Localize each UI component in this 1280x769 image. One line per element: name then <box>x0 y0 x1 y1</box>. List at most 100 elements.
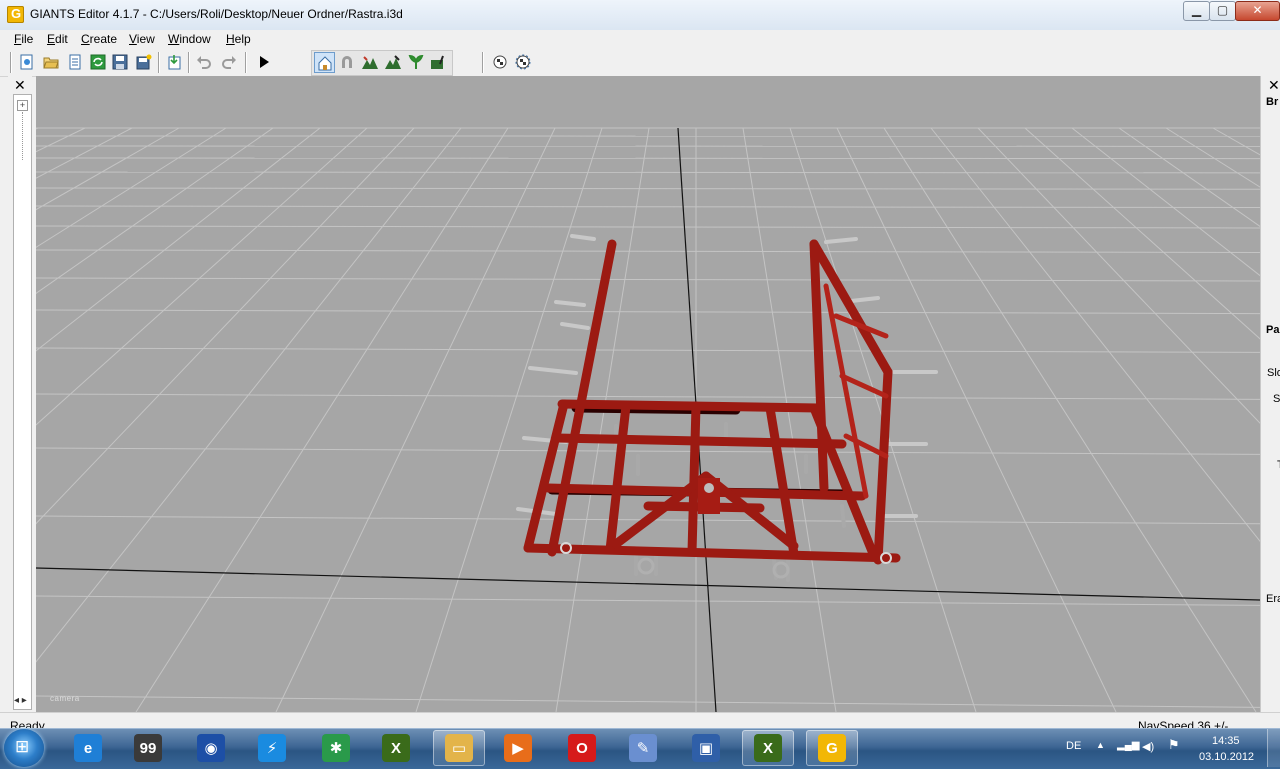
show-desktop-button[interactable] <box>1267 729 1280 767</box>
start-button[interactable]: ⊞ <box>4 729 44 767</box>
save-icon[interactable] <box>110 52 130 72</box>
tree-line <box>22 112 23 160</box>
grid-line <box>931 128 1260 712</box>
taskbar-app-button[interactable]: ▶ <box>492 730 544 766</box>
grid-line <box>1119 128 1260 712</box>
terrain-icon[interactable] <box>360 52 380 72</box>
taskbar-app-button[interactable]: ◉ <box>185 730 237 766</box>
opera-icon: O <box>568 734 596 762</box>
toolbar-separator <box>245 52 247 73</box>
status-bar <box>0 712 1280 729</box>
taskbar-app-button[interactable]: ✱ <box>310 730 362 766</box>
grid-line <box>36 128 414 712</box>
tree-expand-icon[interactable]: + <box>17 100 28 111</box>
windows-logo-icon: ⊞ <box>15 737 29 757</box>
maximize-button[interactable]: ▢ <box>1209 1 1236 21</box>
grid-line <box>36 128 320 712</box>
toolbar-separator <box>482 52 484 73</box>
taskbar-app-button[interactable]: ▣ <box>680 730 732 766</box>
toolbar <box>0 49 1280 77</box>
grid-line <box>36 158 1260 159</box>
taskbar-app-button[interactable]: G <box>806 730 858 766</box>
ground-grid <box>36 128 1260 712</box>
slope-label: Slo <box>1267 367 1280 379</box>
taskbar-app-button[interactable]: e <box>62 730 114 766</box>
new-icon[interactable] <box>17 52 37 72</box>
checker-select-icon[interactable] <box>513 52 533 72</box>
grid-line <box>36 696 1260 707</box>
taskbar-app-button[interactable]: ✎ <box>617 730 669 766</box>
grid-line <box>1213 128 1260 712</box>
taskbar-app-button[interactable]: X <box>742 730 794 766</box>
taskbar-app-button[interactable]: ⚡ <box>246 730 298 766</box>
xnview-icon: X <box>382 734 410 762</box>
grid-line <box>36 128 132 712</box>
grid-line <box>36 394 1260 399</box>
erase-label: Era <box>1266 593 1280 605</box>
giants-logo-icon: G <box>7 6 24 23</box>
home-camera-icon[interactable] <box>314 52 335 73</box>
menu-create[interactable]: Create <box>81 32 117 46</box>
magnet-icon[interactable] <box>337 52 357 72</box>
scene-panel-close-icon[interactable]: ✕ <box>14 77 26 94</box>
save-all-icon[interactable] <box>134 52 154 72</box>
import-icon[interactable] <box>164 52 184 72</box>
grid-line <box>36 226 1260 228</box>
refresh-icon[interactable] <box>88 52 108 72</box>
browser-globe-icon: ◉ <box>197 734 225 762</box>
redo-icon[interactable] <box>219 52 239 72</box>
grid-line <box>36 128 85 712</box>
grid-line <box>136 128 508 712</box>
scene-render <box>36 76 1260 712</box>
close-button[interactable]: ✕ <box>1235 1 1280 21</box>
taskbar-app-button[interactable]: ▭ <box>433 730 485 766</box>
paint-icon: ✎ <box>629 734 657 762</box>
xnview-active-icon: X <box>754 734 782 762</box>
tool-app-icon: ✱ <box>322 734 350 762</box>
undo-icon[interactable] <box>194 52 214 72</box>
properties-icon[interactable] <box>65 52 85 72</box>
3d-viewport[interactable] <box>36 76 1260 712</box>
menu-help[interactable]: Help <box>226 32 251 46</box>
grid-line <box>837 128 1116 712</box>
menu-window[interactable]: Window <box>168 32 211 46</box>
volume-icon[interactable]: ◀) <box>1142 740 1154 753</box>
scene-tree[interactable] <box>13 94 32 710</box>
grid-line <box>36 188 1260 189</box>
tree-scroll-arrows[interactable]: ◂ ▸ <box>14 695 27 706</box>
menu-file[interactable]: File <box>14 32 33 46</box>
grid-line <box>36 128 179 712</box>
open-icon[interactable] <box>41 52 61 72</box>
media-player-icon: ▶ <box>504 734 532 762</box>
file-explorer-icon: ▭ <box>445 734 473 762</box>
foliage-icon[interactable] <box>406 52 426 72</box>
checker-icon[interactable] <box>490 52 510 72</box>
system-monitor-icon: 99 <box>134 734 162 762</box>
foliage-paint-icon[interactable] <box>429 52 449 72</box>
cultivator-model <box>518 236 936 580</box>
internet-explorer-icon: e <box>74 734 102 762</box>
grid-line <box>36 128 226 712</box>
taskbar-app-button[interactable]: 99 <box>122 730 174 766</box>
menu-edit[interactable]: Edit <box>47 32 68 46</box>
clock-date[interactable]: 03.10.2012 <box>1199 751 1254 763</box>
language-indicator[interactable]: DE <box>1066 740 1081 752</box>
grid-line <box>36 128 461 712</box>
grid-line <box>1166 128 1260 712</box>
terrain-paint-icon[interactable] <box>383 52 403 72</box>
toolbar-grip <box>10 52 12 73</box>
clock-time[interactable]: 14:35 <box>1212 735 1240 747</box>
window-title: GIANTS Editor 4.1.7 - C:/Users/Roli/Desk… <box>30 7 403 21</box>
taskbar-app-button[interactable]: O <box>556 730 608 766</box>
grid-line <box>978 128 1260 712</box>
minimize-button[interactable]: ▁ <box>1183 1 1210 21</box>
grid-line <box>36 448 1260 454</box>
taskbar-app-button[interactable]: X <box>370 730 422 766</box>
action-center-flag-icon[interactable]: ⚑ <box>1168 737 1180 753</box>
menu-view[interactable]: View <box>129 32 155 46</box>
grid-line <box>36 596 1260 605</box>
play-icon[interactable] <box>254 52 274 72</box>
attributes-close-icon[interactable]: ✕ <box>1268 77 1280 94</box>
network-icon[interactable]: ▂▄▆ <box>1117 740 1139 751</box>
tray-expand-icon[interactable]: ▲ <box>1096 740 1105 750</box>
